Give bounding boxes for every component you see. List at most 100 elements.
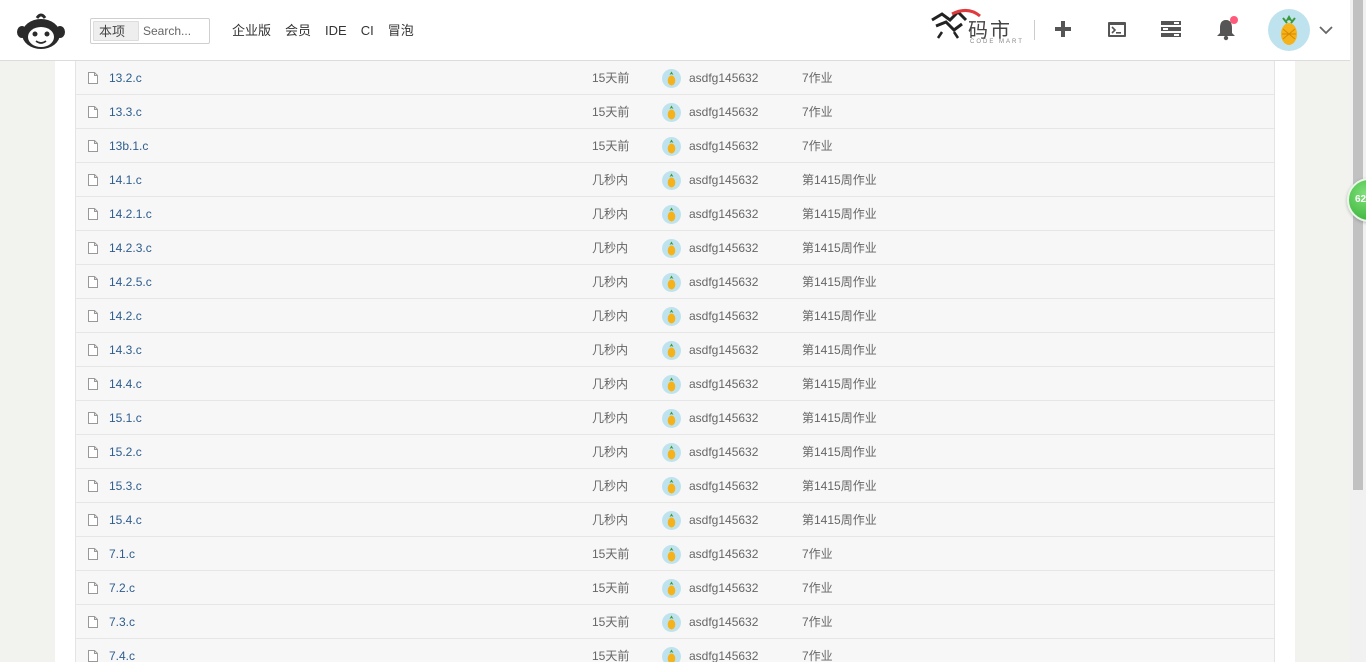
file-author-link[interactable]: asdfg145632 <box>689 309 758 323</box>
file-author-link[interactable]: asdfg145632 <box>689 207 758 221</box>
file-row[interactable]: 15.4.c 几秒内 asdfg145632 第1415周作业 <box>76 503 1274 537</box>
server-icon[interactable] <box>1158 16 1184 42</box>
file-row[interactable]: 14.2.1.c 几秒内 asdfg145632 第1415周作业 <box>76 197 1274 231</box>
file-author-link[interactable]: asdfg145632 <box>689 649 758 662</box>
file-author-link[interactable]: asdfg145632 <box>689 479 758 493</box>
file-row[interactable]: 7.4.c 15天前 asdfg145632 7作业 <box>76 639 1274 662</box>
author-avatar[interactable] <box>662 103 681 122</box>
file-name-link[interactable]: 13.3.c <box>109 105 142 119</box>
file-row[interactable]: 15.1.c 几秒内 asdfg145632 第1415周作业 <box>76 401 1274 435</box>
file-name-link[interactable]: 7.1.c <box>109 547 135 561</box>
file-commit-message[interactable]: 7作业 <box>802 71 833 85</box>
file-commit-message[interactable]: 第1415周作业 <box>802 513 877 527</box>
file-commit-message[interactable]: 第1415周作业 <box>802 173 877 187</box>
nav-bubble[interactable]: 冒泡 <box>388 22 414 40</box>
file-name-link[interactable]: 15.4.c <box>109 513 142 527</box>
file-row[interactable]: 7.3.c 15天前 asdfg145632 7作业 <box>76 605 1274 639</box>
file-name-link[interactable]: 14.3.c <box>109 343 142 357</box>
author-avatar[interactable] <box>662 409 681 428</box>
file-commit-message[interactable]: 7作业 <box>802 139 833 153</box>
file-commit-message[interactable]: 第1415周作业 <box>802 343 877 357</box>
file-row[interactable]: 7.1.c 15天前 asdfg145632 7作业 <box>76 537 1274 571</box>
file-row[interactable]: 14.2.5.c 几秒内 asdfg145632 第1415周作业 <box>76 265 1274 299</box>
file-name-link[interactable]: 14.2.1.c <box>109 207 152 221</box>
file-row[interactable]: 15.2.c 几秒内 asdfg145632 第1415周作业 <box>76 435 1274 469</box>
author-avatar[interactable] <box>662 239 681 258</box>
file-row[interactable]: 7.2.c 15天前 asdfg145632 7作业 <box>76 571 1274 605</box>
nav-membership[interactable]: 会员 <box>285 22 311 40</box>
author-avatar[interactable] <box>662 375 681 394</box>
file-row[interactable]: 14.1.c 几秒内 asdfg145632 第1415周作业 <box>76 163 1274 197</box>
file-commit-message[interactable]: 第1415周作业 <box>802 445 877 459</box>
file-author-link[interactable]: asdfg145632 <box>689 173 758 187</box>
file-author-link[interactable]: asdfg145632 <box>689 615 758 629</box>
user-avatar[interactable] <box>1268 9 1310 51</box>
file-name-link[interactable]: 14.2.5.c <box>109 275 152 289</box>
author-avatar[interactable] <box>662 273 681 292</box>
file-name-link[interactable]: 7.4.c <box>109 649 135 662</box>
file-commit-message[interactable]: 第1415周作业 <box>802 411 877 425</box>
file-row[interactable]: 15.3.c 几秒内 asdfg145632 第1415周作业 <box>76 469 1274 503</box>
file-author-link[interactable]: asdfg145632 <box>689 139 758 153</box>
file-commit-message[interactable]: 第1415周作业 <box>802 207 877 221</box>
search-input[interactable] <box>143 24 209 38</box>
file-commit-message[interactable]: 第1415周作业 <box>802 309 877 323</box>
file-commit-message[interactable]: 7作业 <box>802 615 833 629</box>
author-avatar[interactable] <box>662 205 681 224</box>
file-author-link[interactable]: asdfg145632 <box>689 343 758 357</box>
file-row[interactable]: 14.2.3.c 几秒内 asdfg145632 第1415周作业 <box>76 231 1274 265</box>
author-avatar[interactable] <box>662 647 681 662</box>
file-row[interactable]: 14.3.c 几秒内 asdfg145632 第1415周作业 <box>76 333 1274 367</box>
monkey-logo-icon[interactable] <box>17 12 65 50</box>
nav-enterprise[interactable]: 企业版 <box>232 22 271 40</box>
terminal-icon[interactable] <box>1104 16 1130 42</box>
search-scope-label[interactable]: 本项目 <box>93 21 139 41</box>
file-name-link[interactable]: 13.2.c <box>109 71 142 85</box>
author-avatar[interactable] <box>662 511 681 530</box>
file-author-link[interactable]: asdfg145632 <box>689 377 758 391</box>
file-row[interactable]: 13b.1.c 15天前 asdfg145632 7作业 <box>76 129 1274 163</box>
file-row[interactable]: 14.4.c 几秒内 asdfg145632 第1415周作业 <box>76 367 1274 401</box>
file-name-link[interactable]: 15.2.c <box>109 445 142 459</box>
file-name-link[interactable]: 14.1.c <box>109 173 142 187</box>
file-author-link[interactable]: asdfg145632 <box>689 275 758 289</box>
file-name-link[interactable]: 7.2.c <box>109 581 135 595</box>
file-name-link[interactable]: 14.4.c <box>109 377 142 391</box>
author-avatar[interactable] <box>662 477 681 496</box>
file-name-link[interactable]: 15.3.c <box>109 479 142 493</box>
file-commit-message[interactable]: 第1415周作业 <box>802 377 877 391</box>
chevron-down-icon[interactable] <box>1317 21 1335 39</box>
file-author-link[interactable]: asdfg145632 <box>689 445 758 459</box>
file-commit-message[interactable]: 第1415周作业 <box>802 479 877 493</box>
file-commit-message[interactable]: 7作业 <box>802 105 833 119</box>
author-avatar[interactable] <box>662 69 681 88</box>
plus-icon[interactable] <box>1050 16 1076 42</box>
file-author-link[interactable]: asdfg145632 <box>689 513 758 527</box>
author-avatar[interactable] <box>662 613 681 632</box>
file-author-link[interactable]: asdfg145632 <box>689 241 758 255</box>
file-author-link[interactable]: asdfg145632 <box>689 581 758 595</box>
file-commit-message[interactable]: 7作业 <box>802 649 833 662</box>
file-name-link[interactable]: 14.2.3.c <box>109 241 152 255</box>
file-row[interactable]: 13.3.c 15天前 asdfg145632 7作业 <box>76 95 1274 129</box>
nav-ci[interactable]: CI <box>361 22 374 40</box>
author-avatar[interactable] <box>662 341 681 360</box>
file-commit-message[interactable]: 7作业 <box>802 581 833 595</box>
author-avatar[interactable] <box>662 579 681 598</box>
file-row[interactable]: 13.2.c 15天前 asdfg145632 7作业 <box>76 61 1274 95</box>
author-avatar[interactable] <box>662 443 681 462</box>
author-avatar[interactable] <box>662 307 681 326</box>
nav-ide[interactable]: IDE <box>325 22 347 40</box>
author-avatar[interactable] <box>662 171 681 190</box>
file-author-link[interactable]: asdfg145632 <box>689 105 758 119</box>
file-commit-message[interactable]: 第1415周作业 <box>802 275 877 289</box>
author-avatar[interactable] <box>662 137 681 156</box>
file-author-link[interactable]: asdfg145632 <box>689 411 758 425</box>
file-name-link[interactable]: 13b.1.c <box>109 139 148 153</box>
file-commit-message[interactable]: 第1415周作业 <box>802 241 877 255</box>
file-name-link[interactable]: 15.1.c <box>109 411 142 425</box>
file-author-link[interactable]: asdfg145632 <box>689 71 758 85</box>
file-name-link[interactable]: 7.3.c <box>109 615 135 629</box>
scrollbar-thumb[interactable] <box>1353 0 1363 490</box>
file-author-link[interactable]: asdfg145632 <box>689 547 758 561</box>
